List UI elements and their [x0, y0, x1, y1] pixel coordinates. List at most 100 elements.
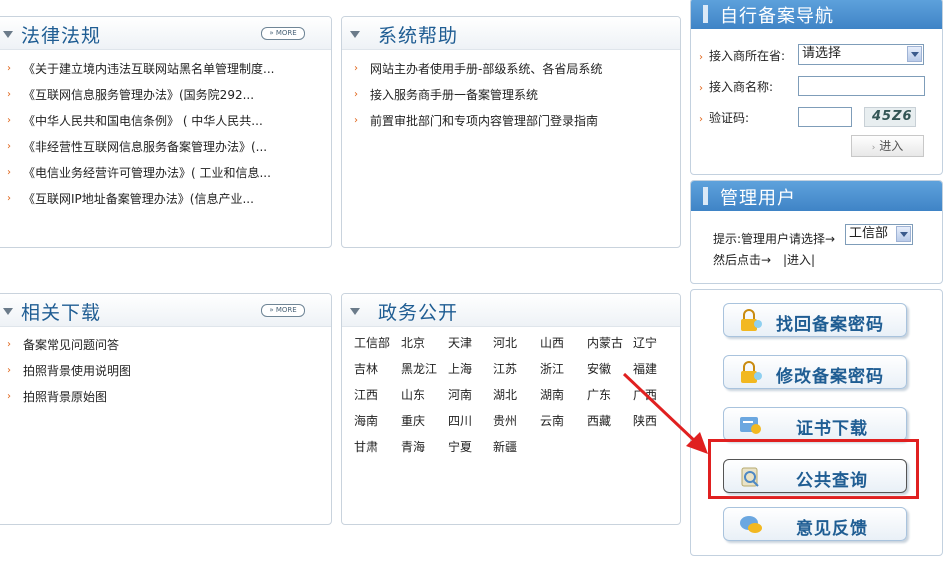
- region-link[interactable]: 工信部: [354, 334, 390, 351]
- region-link[interactable]: 湖南: [540, 386, 564, 403]
- list-item[interactable]: › 前置审批部门和专项内容管理部门登录指南: [348, 108, 602, 134]
- admin-then: 然后点击→: [713, 253, 772, 267]
- province-label-text: 接入商所在省:: [709, 49, 786, 63]
- list-item[interactable]: › 《关于建立境内违法互联网站黑名单管理制度...: [1, 56, 274, 82]
- admin-select[interactable]: 工信部: [845, 224, 913, 245]
- region-link[interactable]: 重庆: [401, 412, 425, 429]
- list-item-text[interactable]: 《中华人民共和国电信条例》 ( 中华人民共...: [23, 114, 263, 128]
- law-header: 法律法规 » MORE: [0, 17, 331, 50]
- list-item-text[interactable]: 备案常见问题问答: [23, 338, 119, 352]
- nav-enter-button[interactable]: › 进入: [851, 135, 924, 157]
- collapse-triangle-icon: [350, 31, 360, 38]
- region-link[interactable]: 江苏: [493, 360, 517, 377]
- public-query-button[interactable]: 公共查询: [723, 459, 907, 493]
- list-item[interactable]: › 《互联网信息服务管理办法》(国务院292...: [1, 82, 274, 108]
- admin-panel: 管理用户 提示:管理用户请选择→ 工信部 然后点击→ |进入|: [690, 180, 943, 284]
- cert-download-button[interactable]: 证书下载: [723, 407, 907, 441]
- nav-header: 自行备案导航: [691, 0, 942, 29]
- bullet-icon: ›: [7, 89, 11, 100]
- list-item-text[interactable]: 《互联网信息服务管理办法》(国务院292...: [23, 88, 254, 102]
- region-link[interactable]: 浙江: [540, 360, 564, 377]
- chevron-down-icon[interactable]: [907, 46, 922, 62]
- bullet-icon: ›: [7, 63, 11, 74]
- captcha-text: 45Z6: [872, 109, 913, 124]
- collapse-triangle-icon: [350, 308, 360, 315]
- region-link[interactable]: 青海: [401, 438, 425, 455]
- collapse-triangle-icon: [3, 308, 13, 315]
- captcha-label: › 验证码:: [699, 109, 749, 126]
- region-link[interactable]: 宁夏: [448, 438, 472, 455]
- region-link[interactable]: 江西: [354, 386, 378, 403]
- action-panel: 找回备案密码 修改备案密码 证书下载 公共查询 意见反馈: [690, 289, 943, 556]
- region-link[interactable]: 天津: [448, 334, 472, 351]
- law-title: 法律法规: [21, 25, 102, 47]
- captcha-input[interactable]: [798, 107, 852, 127]
- chevron-down-icon[interactable]: [896, 226, 911, 242]
- public-query-label: 公共查询: [796, 471, 868, 491]
- feedback-label: 意见反馈: [796, 519, 868, 539]
- region-link[interactable]: 四川: [448, 412, 472, 429]
- region-link[interactable]: 甘肃: [354, 438, 378, 455]
- list-item-text[interactable]: 《非经营性互联网信息服务备案管理办法》(...: [23, 140, 267, 154]
- list-item[interactable]: › 拍照背景原始图: [1, 384, 131, 410]
- region-link[interactable]: 山西: [540, 334, 564, 351]
- region-link[interactable]: 云南: [540, 412, 564, 429]
- region-link[interactable]: 上海: [448, 360, 472, 377]
- list-item[interactable]: › 拍照背景使用说明图: [1, 358, 131, 384]
- region-link[interactable]: 山东: [401, 386, 425, 403]
- bullet-icon: ›: [354, 89, 358, 100]
- list-item-text[interactable]: 《互联网IP地址备案管理办法》(信息产业...: [23, 192, 254, 206]
- magnifier-icon: [741, 467, 759, 487]
- list-item-text[interactable]: 前置审批部门和专项内容管理部门登录指南: [370, 114, 598, 128]
- nav-title: 自行备案导航: [720, 6, 834, 27]
- isp-name-input[interactable]: [798, 76, 925, 96]
- region-link[interactable]: 河北: [493, 334, 517, 351]
- download-list: › 备案常见问题问答 › 拍照背景使用说明图 › 拍照背景原始图: [1, 332, 131, 410]
- list-item-text[interactable]: 接入服务商手册一备案管理系统: [370, 88, 538, 102]
- list-item-text[interactable]: 《关于建立境内违法互联网站黑名单管理制度...: [23, 62, 274, 76]
- admin-enter-link[interactable]: |进入|: [783, 251, 815, 268]
- province-select-value: 请选择: [802, 46, 842, 61]
- list-item-text[interactable]: 《电信业务经营许可管理办法》( 工业和信息...: [23, 166, 271, 180]
- lock-icon: [741, 309, 762, 331]
- download-more-button[interactable]: » MORE: [261, 304, 305, 317]
- province-select[interactable]: 请选择: [798, 44, 924, 65]
- captcha-image[interactable]: 45Z6: [864, 107, 916, 127]
- region-link[interactable]: 贵州: [493, 412, 517, 429]
- feedback-button[interactable]: 意见反馈: [723, 507, 907, 541]
- list-item-text[interactable]: 网站主办者使用手册-部级系统、各省局系统: [370, 62, 602, 76]
- list-item[interactable]: › 接入服务商手册一备案管理系统: [348, 82, 602, 108]
- help-title: 系统帮助: [378, 25, 459, 47]
- certificate-icon: [740, 417, 761, 434]
- region-link[interactable]: 内蒙古: [587, 334, 623, 351]
- region-link[interactable]: 北京: [401, 334, 425, 351]
- law-panel: 法律法规 » MORE › 《关于建立境内违法互联网站黑名单管理制度... › 《互联…: [0, 16, 332, 248]
- region-link[interactable]: 辽宁: [633, 334, 657, 351]
- captcha-label-text: 验证码:: [709, 111, 750, 125]
- download-header: 相关下载 » MORE: [0, 294, 331, 327]
- region-link[interactable]: 河南: [448, 386, 472, 403]
- region-link[interactable]: 海南: [354, 412, 378, 429]
- isp-name-label-text: 接入商名称:: [709, 80, 774, 94]
- modify-password-button[interactable]: 修改备案密码: [723, 355, 907, 389]
- region-link[interactable]: 湖北: [493, 386, 517, 403]
- law-more-button[interactable]: » MORE: [261, 27, 305, 40]
- list-item[interactable]: › 《互联网IP地址备案管理办法》(信息产业...: [1, 186, 274, 212]
- list-item-text[interactable]: 拍照背景使用说明图: [23, 364, 131, 378]
- list-item[interactable]: › 《中华人民共和国电信条例》 ( 中华人民共...: [1, 108, 274, 134]
- list-item[interactable]: › 网站主办者使用手册-部级系统、各省局系统: [348, 56, 602, 82]
- lock-icon: [741, 361, 762, 383]
- recover-password-button[interactable]: 找回备案密码: [723, 303, 907, 337]
- arrow-icon: ›: [871, 143, 876, 153]
- region-link[interactable]: 黑龙江: [401, 360, 437, 377]
- region-link[interactable]: 新疆: [493, 438, 517, 455]
- list-item[interactable]: › 《非经营性互联网信息服务备案管理办法》(...: [1, 134, 274, 160]
- chat-bubble-icon: [740, 516, 762, 533]
- download-panel: 相关下载 » MORE › 备案常见问题问答 › 拍照背景使用说明图 › 拍照背景原始图: [0, 293, 332, 525]
- bullet-icon: ›: [7, 391, 11, 402]
- list-item[interactable]: › 《电信业务经营许可管理办法》( 工业和信息...: [1, 160, 274, 186]
- list-item[interactable]: › 备案常见问题问答: [1, 332, 131, 358]
- annotation-arrow-icon: [622, 372, 708, 454]
- list-item-text[interactable]: 拍照背景原始图: [23, 390, 107, 404]
- region-link[interactable]: 吉林: [354, 360, 378, 377]
